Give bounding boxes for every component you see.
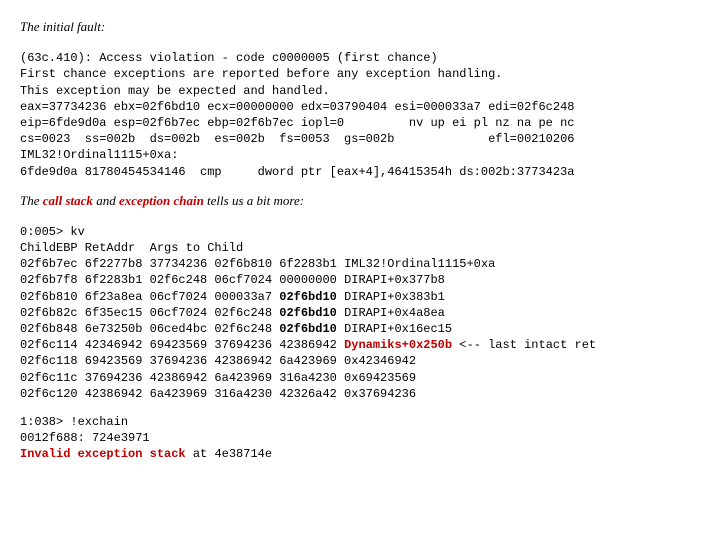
intro-line: The initial fault:	[20, 19, 105, 34]
stack-module-highlight: Dynamiks+0x250b	[344, 338, 452, 352]
stack-module: DIRAPI+0x16ec15	[344, 322, 452, 336]
fault-line: eip=6fde9d0a esp=02f6b7ec ebp=02f6b7ec i…	[20, 116, 575, 130]
exchain-line: 0012f688: 724e3971	[20, 431, 150, 445]
fault-line: First chance exceptions are reported bef…	[20, 67, 502, 81]
stack-line: ChildEBP RetAddr Args to Child	[20, 241, 243, 255]
stack-arg-bold: 02f6bd10	[279, 322, 337, 336]
stack-module: DIRAPI+0x383b1	[344, 290, 445, 304]
fault-line: 6fde9d0a 81780454534146 cmp dword ptr [e…	[20, 165, 575, 179]
stack-sp	[337, 306, 344, 320]
fault-line: This exception may be expected and handl…	[20, 84, 330, 98]
mid-text: The call stack and exception chain tells…	[20, 192, 700, 210]
stack-line: 02f6b810 6f23a8ea 06cf7024 000033a7	[20, 290, 279, 304]
stack-line: 02f6b7f8 6f2283b1 02f6c248 06cf7024 0000…	[20, 273, 344, 287]
stack-line: 02f6c118 69423569 37694236 42386942 6a42…	[20, 354, 416, 368]
mid-exchain: exception chain	[119, 193, 204, 208]
stack-module: DIRAPI+0x377b8	[344, 273, 445, 287]
stack-arg-bold: 02f6bd10	[279, 290, 337, 304]
stack-module: IML32!Ordinal1115+0xa	[344, 257, 495, 271]
stack-sp	[337, 290, 344, 304]
mid-and: and	[93, 193, 119, 208]
stack-note: <-- last intact ret	[452, 338, 596, 352]
mid-post: tells us a bit more:	[204, 193, 304, 208]
exchain-rest: at 4e38714e	[186, 447, 272, 461]
stack-arg-bold: 02f6bd10	[279, 306, 337, 320]
mid-callstack: call stack	[43, 193, 93, 208]
debug-dump-page: The initial fault: (63c.410): Access vio…	[0, 0, 720, 493]
stack-line: 02f6c11c 37694236 42386942 6a423969 316a…	[20, 371, 416, 385]
fault-line: eax=37734236 ebx=02f6bd10 ecx=00000000 e…	[20, 100, 575, 114]
stack-line: 02f6b82c 6f35ec15 06cf7024 02f6c248	[20, 306, 279, 320]
exchain-block: 1:038> !exchain 0012f688: 724e3971 Inval…	[20, 414, 700, 463]
intro-text: The initial fault:	[20, 18, 700, 36]
stack-line: 0:005> kv	[20, 225, 85, 239]
fault-line: (63c.410): Access violation - code c0000…	[20, 51, 438, 65]
exchain-line: 1:038> !exchain	[20, 415, 128, 429]
fault-line: cs=0023 ss=002b ds=002b es=002b fs=0053 …	[20, 132, 575, 146]
stack-module: DIRAPI+0x4a8ea	[344, 306, 445, 320]
stack-block: 0:005> kv ChildEBP RetAddr Args to Child…	[20, 224, 700, 402]
stack-line: 02f6b7ec 6f2277b8 37734236 02f6b810 6f22…	[20, 257, 344, 271]
stack-line: 02f6c120 42386942 6a423969 316a4230 4232…	[20, 387, 416, 401]
exchain-invalid: Invalid exception stack	[20, 447, 186, 461]
stack-sp	[337, 322, 344, 336]
stack-line: 02f6b848 6e73250b 06ced4bc 02f6c248	[20, 322, 279, 336]
fault-line: IML32!Ordinal1115+0xa:	[20, 148, 178, 162]
mid-pre: The	[20, 193, 43, 208]
fault-block: (63c.410): Access violation - code c0000…	[20, 50, 700, 180]
stack-line: 02f6c114 42346942 69423569 37694236 4238…	[20, 338, 344, 352]
